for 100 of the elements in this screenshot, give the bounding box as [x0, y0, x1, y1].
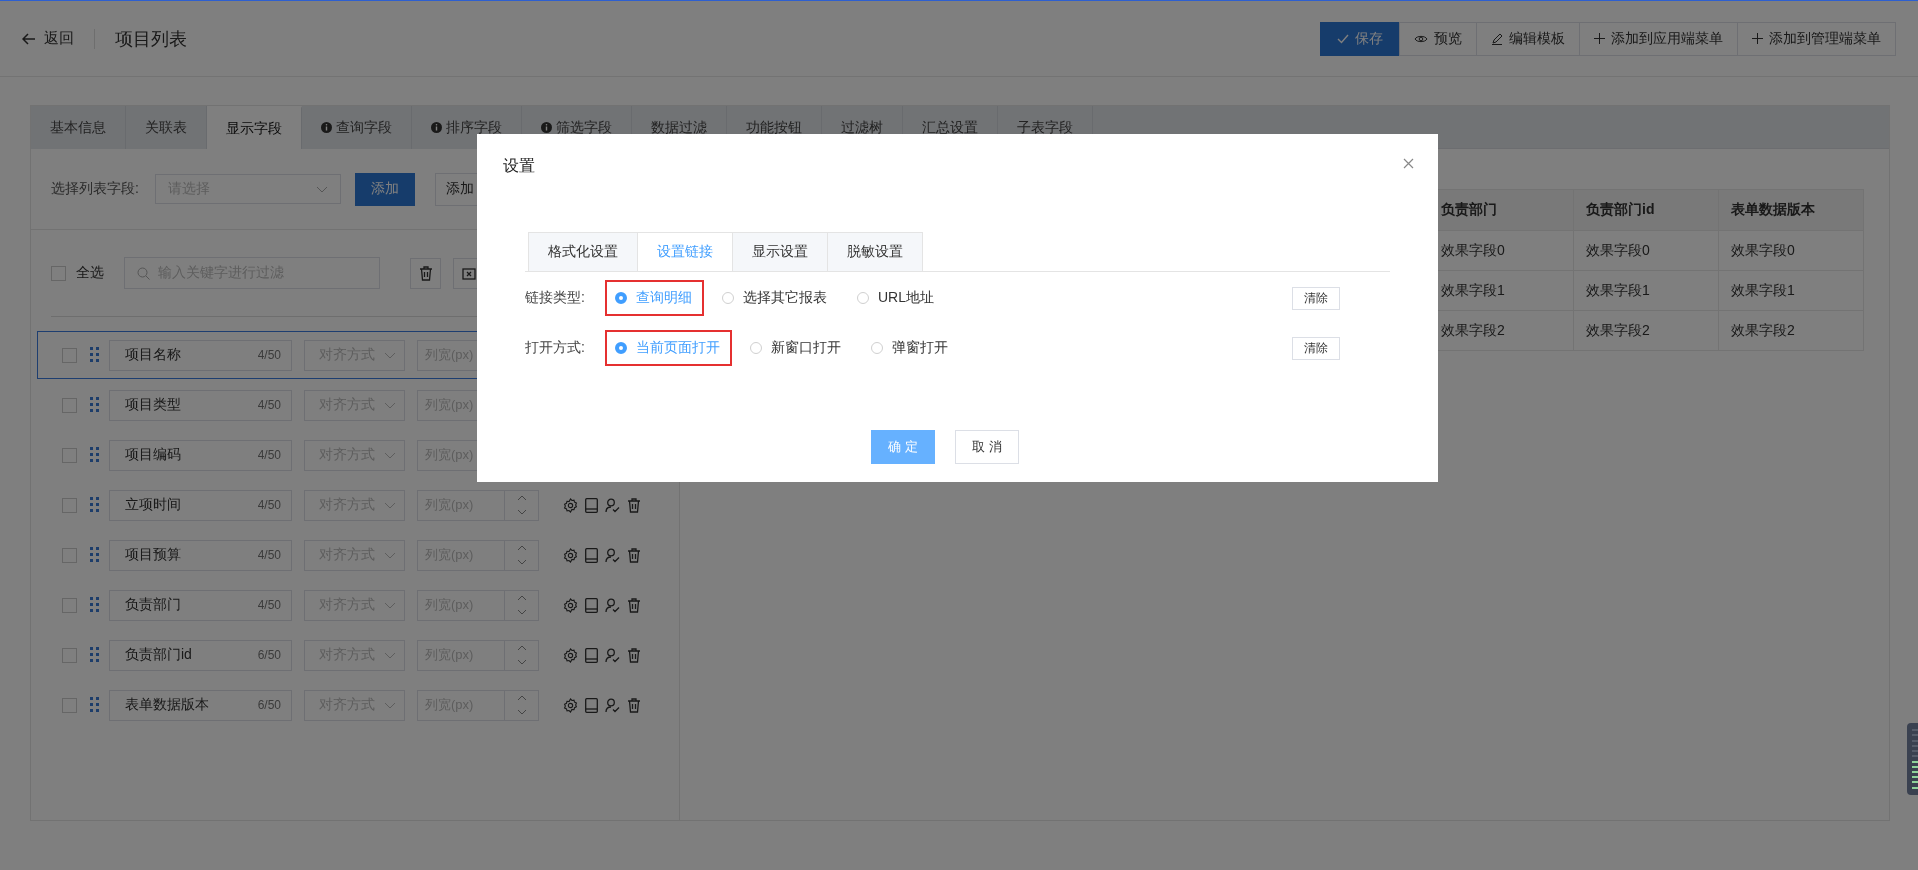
edit-button[interactable]: 编辑模板 [1476, 21, 1580, 56]
chevron-up-icon[interactable] [516, 544, 527, 551]
name-field[interactable]: 负责部门id 6/50 [109, 639, 292, 671]
checkbox[interactable] [62, 697, 77, 713]
tab[interactable]: 脱敏设置 [827, 232, 923, 271]
delete-icon[interactable] [627, 497, 641, 513]
chevron-down-icon [384, 701, 396, 709]
chevron-down-icon[interactable] [516, 509, 527, 516]
name-field[interactable]: 项目编码 4/50 [109, 439, 292, 471]
chevron-up-icon[interactable] [516, 694, 527, 701]
chevron-down-icon[interactable] [516, 609, 527, 616]
add-button[interactable]: 添加 [355, 172, 415, 206]
settings-icon[interactable] [563, 647, 578, 663]
settings-icon[interactable] [563, 497, 578, 513]
drag-handle-icon[interactable] [90, 397, 100, 413]
radio-option[interactable]: 弹窗打开 [871, 339, 948, 357]
name-field[interactable]: 项目类型 4/50 [109, 389, 292, 421]
column-header: 负责部门id [1573, 189, 1719, 231]
drag-handle-icon[interactable] [90, 497, 100, 513]
chevron-down-icon [384, 651, 396, 659]
add-button[interactable]: 添加到应用端菜单 [1579, 21, 1738, 56]
chevron-down-icon[interactable] [516, 559, 527, 566]
info-icon [321, 122, 332, 133]
chevron-down-icon [384, 451, 396, 459]
tablet-icon[interactable] [585, 497, 598, 513]
checkbox[interactable] [62, 597, 77, 613]
delete-icon[interactable] [627, 647, 641, 663]
check-icon [1337, 33, 1349, 44]
search-icon [137, 266, 150, 280]
pen-icon [1491, 32, 1503, 45]
tablet-icon[interactable] [585, 697, 598, 713]
level-meter-icon [1907, 723, 1918, 795]
chevron-down-icon[interactable] [516, 659, 527, 666]
user-check-icon[interactable] [605, 647, 620, 663]
chevron-down-icon [316, 185, 328, 193]
preview-button[interactable]: 预览 [1399, 21, 1477, 56]
drag-handle-icon[interactable] [90, 447, 100, 463]
tab[interactable]: 显示字段 [207, 106, 302, 149]
checkbox[interactable] [62, 647, 77, 663]
delete-icon[interactable] [627, 597, 641, 613]
checkbox[interactable] [51, 265, 66, 281]
tab[interactable]: 基本信息 [31, 106, 126, 149]
radio-option[interactable]: 选择其它报表 [722, 289, 827, 307]
save-button[interactable]: 保存 [1320, 21, 1400, 56]
drag-handle-icon[interactable] [90, 597, 100, 613]
user-check-icon[interactable] [605, 547, 620, 563]
box-x-icon [461, 266, 476, 280]
settings-icon[interactable] [563, 697, 578, 713]
chevron-down-icon[interactable] [516, 709, 527, 716]
delete-icon[interactable] [627, 697, 641, 713]
name-field[interactable]: 表单数据版本 6/50 [109, 689, 292, 721]
name-field[interactable]: 负责部门 4/50 [109, 589, 292, 621]
tab[interactable]: 查询字段 [302, 106, 412, 149]
cancel-button[interactable]: 取 消 [955, 430, 1019, 464]
eye-icon [1414, 33, 1428, 44]
clear-button[interactable]: 清除 [1292, 336, 1340, 360]
user-check-icon[interactable] [605, 497, 620, 513]
chevron-up-icon[interactable] [516, 644, 527, 651]
name-field[interactable]: 项目预算 4/50 [109, 539, 292, 571]
drag-handle-icon[interactable] [90, 547, 100, 563]
checkbox[interactable] [62, 547, 77, 563]
settings-icon[interactable] [563, 547, 578, 563]
tablet-icon[interactable] [585, 597, 598, 613]
clear-button[interactable]: 清除 [1292, 286, 1340, 310]
checkbox[interactable] [62, 497, 77, 513]
page-title: 项目列表 [115, 27, 187, 51]
checkbox[interactable] [62, 447, 77, 463]
user-check-icon[interactable] [605, 597, 620, 613]
radio-option[interactable]: URL地址 [857, 289, 934, 307]
add-button[interactable]: 添加到管理端菜单 [1737, 21, 1896, 56]
checkbox[interactable] [62, 347, 77, 363]
chevron-up-icon[interactable] [516, 494, 527, 501]
drag-handle-icon[interactable] [90, 647, 100, 663]
chevron-down-icon [384, 601, 396, 609]
dialog-title: 设置 [503, 156, 535, 176]
trash-icon [418, 265, 433, 281]
back-link[interactable]: 返回 [22, 29, 74, 48]
chevron-down-icon [384, 501, 396, 509]
plus-icon [1752, 33, 1763, 44]
table-cell: 效果字段2 [1718, 310, 1864, 351]
user-check-icon[interactable] [605, 697, 620, 713]
drag-handle-icon[interactable] [90, 697, 100, 713]
delete-button[interactable] [410, 257, 441, 289]
drag-handle-icon[interactable] [90, 347, 100, 363]
radio-option[interactable]: 新窗口打开 [750, 339, 841, 357]
close-icon[interactable] [1403, 158, 1414, 169]
tab[interactable]: 显示设置 [732, 232, 828, 271]
settings-icon[interactable] [563, 597, 578, 613]
confirm-button[interactable]: 确 定 [871, 430, 935, 464]
chevron-up-icon[interactable] [516, 594, 527, 601]
tab[interactable]: 关联表 [126, 106, 207, 149]
name-field[interactable]: 立项时间 4/50 [109, 489, 292, 521]
delete-icon[interactable] [627, 547, 641, 563]
name-field[interactable]: 项目名称 4/50 [109, 339, 292, 371]
radio-option[interactable]: 查询明细 [615, 289, 692, 307]
tablet-icon[interactable] [585, 647, 598, 663]
tab[interactable]: 格式化设置 [528, 232, 638, 271]
checkbox[interactable] [62, 397, 77, 413]
column-header: 表单数据版本 [1718, 189, 1864, 231]
tablet-icon[interactable] [585, 547, 598, 563]
